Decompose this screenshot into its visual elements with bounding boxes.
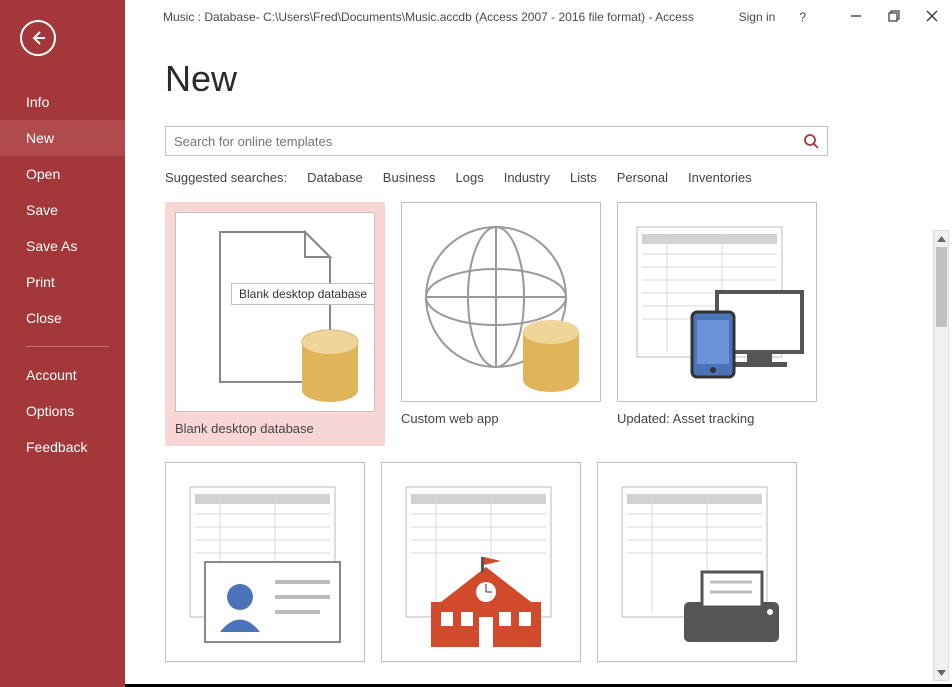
back-button[interactable]: [20, 20, 56, 56]
sidebar-item-saveas[interactable]: Save As: [0, 228, 125, 264]
sidebar-item-account[interactable]: Account: [0, 357, 125, 393]
sidebar-separator: [26, 346, 109, 347]
suggested-label: Suggested searches:: [165, 170, 287, 185]
sidebar-item-open[interactable]: Open: [0, 156, 125, 192]
printer-icon: [602, 472, 792, 652]
template-fax[interactable]: [597, 462, 797, 662]
sidebar-item-save[interactable]: Save: [0, 192, 125, 228]
sidebar-item-close[interactable]: Close: [0, 300, 125, 336]
globe-db-icon: [411, 212, 591, 392]
template-custom-web-app[interactable]: Custom web app: [401, 202, 601, 446]
sidebar-item-info[interactable]: Info: [0, 84, 125, 120]
suggested-link-inventories[interactable]: Inventories: [688, 170, 752, 185]
minimize-icon[interactable]: [850, 10, 862, 25]
template-label: Updated: Asset tracking: [617, 411, 817, 426]
template-label: Blank desktop database: [175, 421, 375, 436]
sidebar-item-options[interactable]: Options: [0, 393, 125, 429]
scroll-up-icon[interactable]: [934, 231, 948, 246]
tooltip: Blank desktop database: [231, 283, 375, 305]
template-students[interactable]: [381, 462, 581, 662]
suggested-link-database[interactable]: Database: [307, 170, 363, 185]
sidebar-item-new[interactable]: New: [0, 120, 125, 156]
school-icon: [386, 472, 576, 652]
suggested-link-lists[interactable]: Lists: [570, 170, 597, 185]
signin-link[interactable]: Sign in: [739, 10, 776, 24]
window-title: Music : Database- C:\Users\Fred\Document…: [163, 10, 739, 24]
back-arrow-icon: [29, 29, 47, 47]
blank-db-icon: [190, 222, 360, 402]
suggested-link-industry[interactable]: Industry: [504, 170, 550, 185]
suggested-link-business[interactable]: Business: [383, 170, 436, 185]
template-blank-desktop-database[interactable]: Blank desktop database Blank desktop dat…: [165, 202, 385, 446]
page-title: New: [165, 58, 922, 100]
vertical-scrollbar[interactable]: [933, 230, 949, 681]
sidebar-item-feedback[interactable]: Feedback: [0, 429, 125, 465]
sidebar-item-print[interactable]: Print: [0, 264, 125, 300]
contacts-icon: [170, 472, 360, 652]
suggested-link-personal[interactable]: Personal: [617, 170, 668, 185]
search-icon[interactable]: [803, 133, 819, 149]
template-label: Custom web app: [401, 411, 601, 426]
asset-tracking-icon: [622, 212, 812, 392]
close-icon[interactable]: [926, 10, 938, 25]
scroll-down-icon[interactable]: [934, 665, 948, 680]
restore-icon[interactable]: [888, 10, 900, 25]
help-button[interactable]: ?: [799, 10, 806, 24]
search-box[interactable]: [165, 126, 828, 156]
template-asset-tracking[interactable]: Updated: Asset tracking: [617, 202, 817, 446]
suggested-link-logs[interactable]: Logs: [456, 170, 484, 185]
scroll-thumb[interactable]: [936, 247, 947, 327]
template-contacts[interactable]: [165, 462, 365, 662]
search-input[interactable]: [174, 134, 803, 149]
